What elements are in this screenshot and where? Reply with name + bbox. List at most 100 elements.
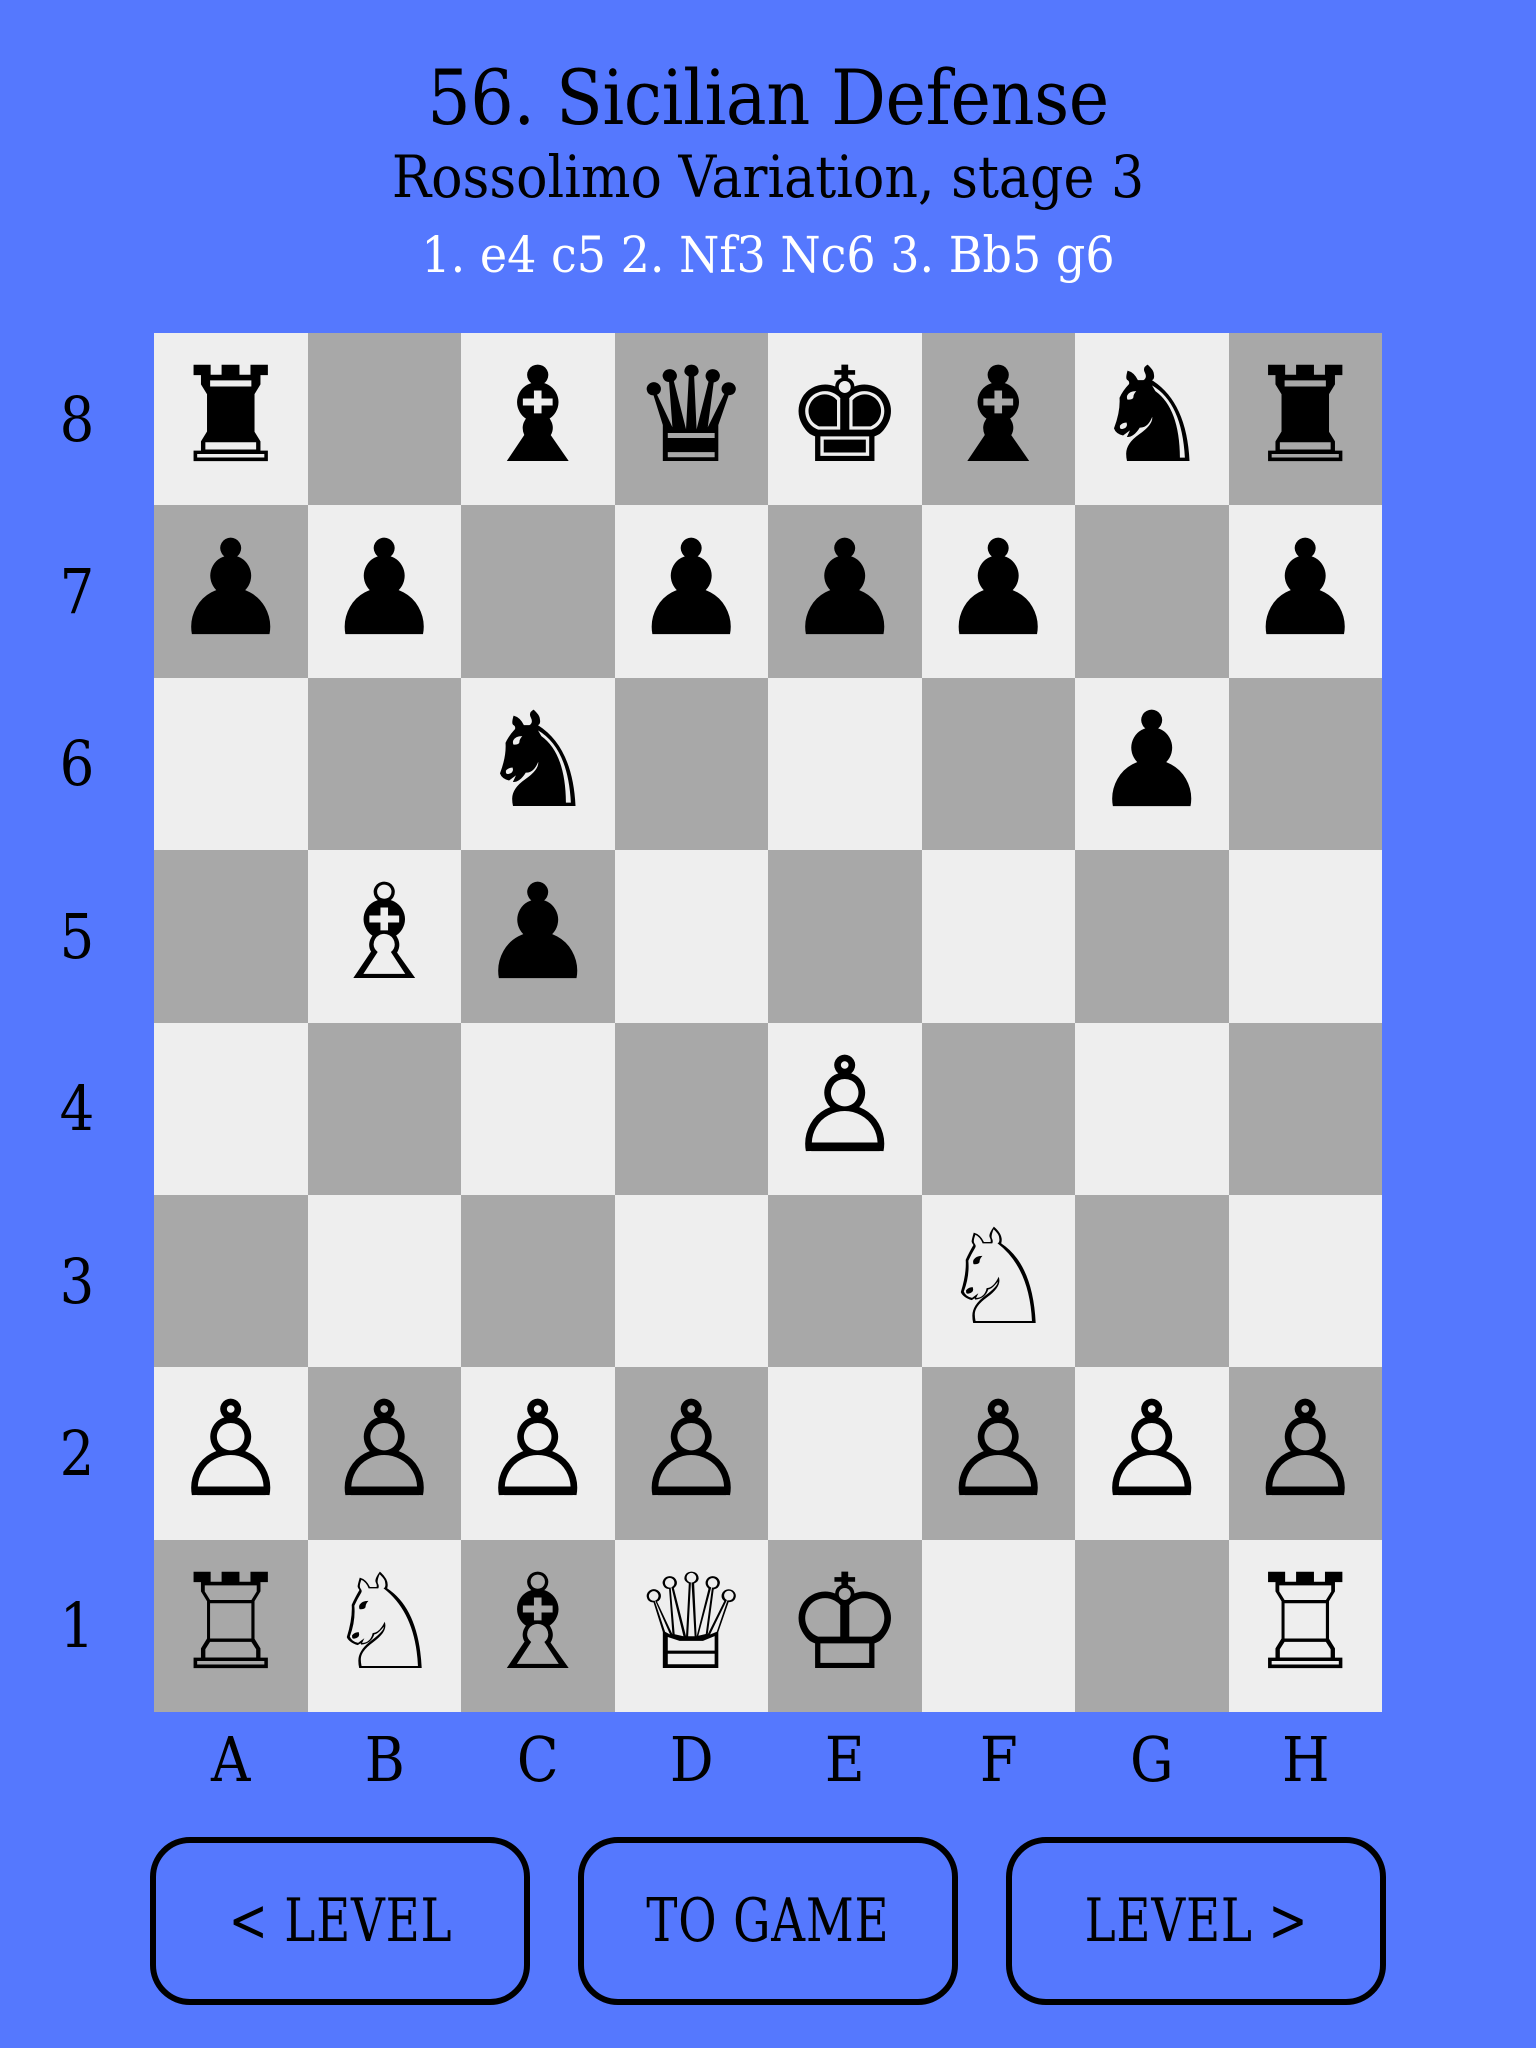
piece-white-pawn[interactable]: ♙ bbox=[172, 1384, 290, 1516]
square-c7[interactable] bbox=[461, 505, 615, 678]
chessboard[interactable]: ♜ ♝ ♛ ♚ ♝ ♞ ♜ ♟ ♟ ♟ ♟ ♟ ♟ ♞ ♟ ♗ ♟ ♙ ♘ ♙ ♙ ♙ ♙ ♙ ♙ ♙ ♖ ♘ ♗ ♕ ♔ ♖ bbox=[154, 333, 1382, 1712]
square-d4[interactable] bbox=[614, 1022, 768, 1195]
piece-white-pawn[interactable]: ♙ bbox=[1093, 1384, 1211, 1516]
square-h8[interactable]: ♜ bbox=[1228, 333, 1382, 506]
piece-white-pawn[interactable]: ♙ bbox=[939, 1384, 1057, 1516]
square-g1[interactable] bbox=[1075, 1539, 1229, 1712]
square-a5[interactable] bbox=[154, 850, 308, 1023]
square-c1[interactable]: ♗ bbox=[461, 1539, 615, 1712]
square-a3[interactable] bbox=[154, 1194, 308, 1368]
piece-white-pawn[interactable]: ♙ bbox=[325, 1384, 443, 1516]
square-f5[interactable] bbox=[921, 850, 1075, 1023]
piece-black-knight[interactable]: ♞ bbox=[479, 695, 597, 827]
square-a8[interactable]: ♜ bbox=[154, 333, 308, 506]
square-b2[interactable]: ♙ bbox=[307, 1367, 461, 1540]
square-a4[interactable] bbox=[154, 1022, 308, 1195]
piece-black-rook[interactable]: ♜ bbox=[172, 350, 290, 482]
square-d6[interactable] bbox=[614, 677, 768, 851]
square-g2[interactable]: ♙ bbox=[1075, 1367, 1229, 1540]
prev-level-button[interactable]: < LEVEL bbox=[150, 1837, 530, 2005]
piece-black-knight[interactable]: ♞ bbox=[1093, 350, 1211, 482]
piece-white-king[interactable]: ♔ bbox=[786, 1557, 904, 1689]
square-a6[interactable] bbox=[154, 677, 308, 851]
square-g3[interactable] bbox=[1075, 1194, 1229, 1368]
piece-white-pawn[interactable]: ♙ bbox=[479, 1384, 597, 1516]
square-h2[interactable]: ♙ bbox=[1228, 1367, 1382, 1540]
square-d5[interactable] bbox=[614, 850, 768, 1023]
piece-white-pawn[interactable]: ♙ bbox=[786, 1040, 904, 1172]
piece-black-bishop[interactable]: ♝ bbox=[479, 350, 597, 482]
square-d2[interactable]: ♙ bbox=[614, 1367, 768, 1540]
next-level-button[interactable]: LEVEL > bbox=[1006, 1837, 1386, 2005]
square-d3[interactable] bbox=[614, 1194, 768, 1368]
square-e4[interactable]: ♙ bbox=[768, 1022, 922, 1195]
square-b5[interactable]: ♗ bbox=[307, 850, 461, 1023]
square-c2[interactable]: ♙ bbox=[461, 1367, 615, 1540]
piece-black-queen[interactable]: ♛ bbox=[632, 350, 750, 482]
square-c6[interactable]: ♞ bbox=[461, 677, 615, 851]
square-f8[interactable]: ♝ bbox=[921, 333, 1075, 506]
square-h3[interactable] bbox=[1228, 1194, 1382, 1368]
piece-white-knight[interactable]: ♘ bbox=[939, 1212, 1057, 1344]
square-e3[interactable] bbox=[768, 1194, 922, 1368]
piece-black-bishop[interactable]: ♝ bbox=[939, 350, 1057, 482]
piece-black-pawn[interactable]: ♟ bbox=[1246, 523, 1364, 655]
piece-white-pawn[interactable]: ♙ bbox=[632, 1384, 750, 1516]
piece-black-pawn[interactable]: ♟ bbox=[479, 867, 597, 999]
square-c3[interactable] bbox=[461, 1194, 615, 1368]
square-c5[interactable]: ♟ bbox=[461, 850, 615, 1023]
square-b8[interactable] bbox=[307, 333, 461, 506]
piece-white-rook[interactable]: ♖ bbox=[1246, 1557, 1364, 1689]
piece-black-pawn[interactable]: ♟ bbox=[786, 523, 904, 655]
piece-black-pawn[interactable]: ♟ bbox=[325, 523, 443, 655]
square-f7[interactable]: ♟ bbox=[921, 505, 1075, 678]
piece-black-rook[interactable]: ♜ bbox=[1246, 350, 1364, 482]
piece-black-king[interactable]: ♚ bbox=[786, 350, 904, 482]
square-d7[interactable]: ♟ bbox=[614, 505, 768, 678]
square-b7[interactable]: ♟ bbox=[307, 505, 461, 678]
square-e8[interactable]: ♚ bbox=[768, 333, 922, 506]
square-a7[interactable]: ♟ bbox=[154, 505, 308, 678]
square-e2[interactable] bbox=[768, 1367, 922, 1540]
square-h4[interactable] bbox=[1228, 1022, 1382, 1195]
piece-black-pawn[interactable]: ♟ bbox=[172, 523, 290, 655]
square-c8[interactable]: ♝ bbox=[461, 333, 615, 506]
piece-white-pawn[interactable]: ♙ bbox=[1246, 1384, 1364, 1516]
square-a2[interactable]: ♙ bbox=[154, 1367, 308, 1540]
piece-white-knight[interactable]: ♘ bbox=[325, 1557, 443, 1689]
square-b6[interactable] bbox=[307, 677, 461, 851]
piece-white-bishop[interactable]: ♗ bbox=[325, 867, 443, 999]
square-g7[interactable] bbox=[1075, 505, 1229, 678]
square-d1[interactable]: ♕ bbox=[614, 1539, 768, 1712]
square-e7[interactable]: ♟ bbox=[768, 505, 922, 678]
to-game-button[interactable]: TO GAME bbox=[578, 1837, 958, 2005]
square-f2[interactable]: ♙ bbox=[921, 1367, 1075, 1540]
square-g8[interactable]: ♞ bbox=[1075, 333, 1229, 506]
piece-white-bishop[interactable]: ♗ bbox=[479, 1557, 597, 1689]
piece-black-pawn[interactable]: ♟ bbox=[632, 523, 750, 655]
square-b1[interactable]: ♘ bbox=[307, 1539, 461, 1712]
square-e6[interactable] bbox=[768, 677, 922, 851]
square-a1[interactable]: ♖ bbox=[154, 1539, 308, 1712]
square-h1[interactable]: ♖ bbox=[1228, 1539, 1382, 1712]
square-g6[interactable]: ♟ bbox=[1075, 677, 1229, 851]
square-h5[interactable] bbox=[1228, 850, 1382, 1023]
square-g5[interactable] bbox=[1075, 850, 1229, 1023]
square-f1[interactable] bbox=[921, 1539, 1075, 1712]
square-f3[interactable]: ♘ bbox=[921, 1194, 1075, 1368]
square-e5[interactable] bbox=[768, 850, 922, 1023]
piece-white-queen[interactable]: ♕ bbox=[632, 1557, 750, 1689]
square-h7[interactable]: ♟ bbox=[1228, 505, 1382, 678]
piece-black-pawn[interactable]: ♟ bbox=[1093, 695, 1211, 827]
square-f4[interactable] bbox=[921, 1022, 1075, 1195]
square-b3[interactable] bbox=[307, 1194, 461, 1368]
square-d8[interactable]: ♛ bbox=[614, 333, 768, 506]
square-b4[interactable] bbox=[307, 1022, 461, 1195]
square-h6[interactable] bbox=[1228, 677, 1382, 851]
piece-black-pawn[interactable]: ♟ bbox=[939, 523, 1057, 655]
square-e1[interactable]: ♔ bbox=[768, 1539, 922, 1712]
square-g4[interactable] bbox=[1075, 1022, 1229, 1195]
piece-white-rook[interactable]: ♖ bbox=[172, 1557, 290, 1689]
square-f6[interactable] bbox=[921, 677, 1075, 851]
square-c4[interactable] bbox=[461, 1022, 615, 1195]
